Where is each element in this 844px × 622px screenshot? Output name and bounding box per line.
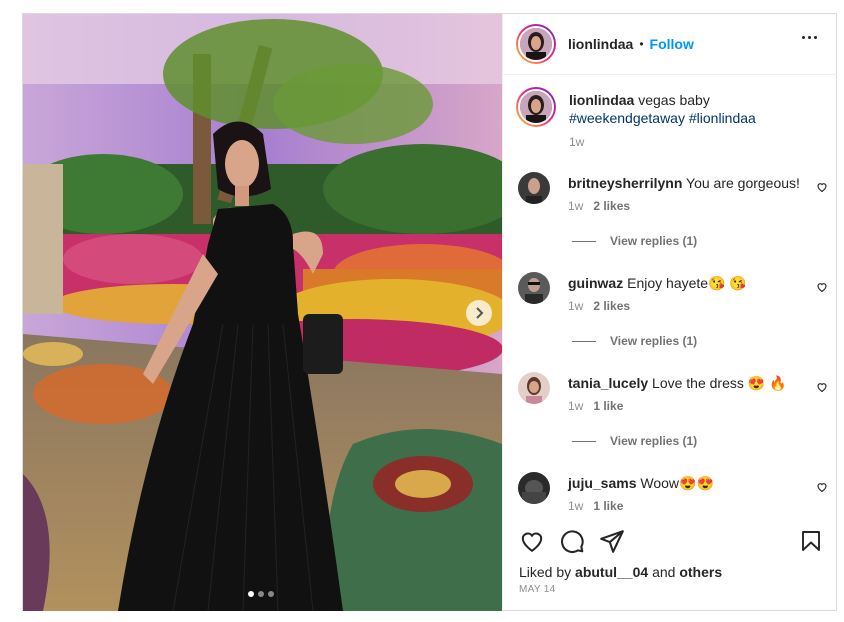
comment-body: You are gorgeous! bbox=[686, 175, 800, 191]
instagram-post: lionlindaa • Follow lionlindaa vegas bab… bbox=[22, 13, 837, 611]
caption-username[interactable]: lionlindaa bbox=[569, 92, 634, 108]
carousel-dot bbox=[268, 591, 274, 597]
chevron-right-icon bbox=[476, 307, 484, 319]
more-options-icon[interactable] bbox=[802, 36, 817, 39]
comment-body: Love the dress 😍 🔥 bbox=[652, 375, 787, 391]
view-replies-button[interactable]: View replies (1) bbox=[572, 234, 697, 248]
view-replies-label: View replies (1) bbox=[610, 434, 698, 448]
avatar-image bbox=[520, 91, 552, 123]
comment-meta: 1w 1 like bbox=[568, 399, 623, 413]
comment-username[interactable]: juju_sams bbox=[568, 475, 636, 491]
commenter-avatar[interactable] bbox=[518, 272, 550, 304]
author-avatar[interactable] bbox=[516, 24, 556, 64]
heart-icon[interactable] bbox=[816, 481, 828, 493]
comment-body: Enjoy hayete😘 😘 bbox=[627, 275, 747, 291]
comment-icon[interactable] bbox=[559, 528, 585, 554]
comment-time: 1w bbox=[568, 299, 584, 313]
carousel-indicator bbox=[248, 591, 274, 597]
avatar-image bbox=[520, 28, 552, 60]
caption-body: vegas baby bbox=[638, 92, 710, 108]
caption bbox=[516, 87, 556, 127]
comment-meta: 1w 2 likes bbox=[568, 299, 630, 313]
comment-username[interactable]: guinwaz bbox=[568, 275, 623, 291]
heart-icon[interactable] bbox=[519, 528, 545, 554]
carousel-dot bbox=[258, 591, 264, 597]
comment-likes[interactable]: 1 like bbox=[593, 499, 623, 513]
caption-time: 1w bbox=[569, 135, 585, 149]
carousel-dot-active bbox=[248, 591, 254, 597]
view-replies-label: View replies (1) bbox=[610, 334, 698, 348]
carousel-next-button[interactable] bbox=[466, 300, 492, 326]
heart-icon[interactable] bbox=[816, 281, 828, 293]
caption-avatar[interactable] bbox=[516, 87, 556, 127]
comment-meta: 1w 2 likes bbox=[568, 199, 630, 213]
author-username[interactable]: lionlindaa bbox=[568, 36, 633, 52]
hashtag-link[interactable]: #weekendgetaway bbox=[569, 110, 685, 126]
liked-prefix: Liked by bbox=[519, 564, 572, 580]
comment-body: Woow😍😍 bbox=[640, 475, 714, 491]
comment-username[interactable]: tania_lucely bbox=[568, 375, 648, 391]
comment-time: 1w bbox=[568, 499, 584, 513]
bookmark-icon[interactable] bbox=[799, 528, 823, 554]
comment-username[interactable]: britneysherrilynn bbox=[568, 175, 682, 191]
heart-icon[interactable] bbox=[816, 381, 828, 393]
comment-text: juju_sams Woow😍😍 bbox=[568, 474, 714, 492]
separator-dot: • bbox=[639, 37, 644, 51]
comment-text: britneysherrilynn You are gorgeous! bbox=[568, 174, 800, 192]
hashtag-link[interactable]: #lionlindaa bbox=[689, 110, 756, 126]
post-photo bbox=[23, 14, 502, 611]
post-header: lionlindaa • Follow bbox=[503, 14, 837, 75]
comment-likes[interactable]: 2 likes bbox=[593, 199, 630, 213]
view-replies-label: View replies (1) bbox=[610, 234, 698, 248]
commenter-avatar[interactable] bbox=[518, 372, 550, 404]
comment-text: tania_lucely Love the dress 😍 🔥 bbox=[568, 374, 787, 392]
comment-time: 1w bbox=[568, 399, 584, 413]
comment-meta: 1w 1 like bbox=[568, 499, 623, 513]
follow-button[interactable]: Follow bbox=[650, 36, 694, 52]
comment-text: guinwaz Enjoy hayete😘 😘 bbox=[568, 274, 747, 292]
commenter-avatar[interactable] bbox=[518, 472, 550, 504]
action-bar bbox=[517, 528, 823, 556]
liked-and: and bbox=[652, 564, 676, 580]
caption-text: lionlindaa vegas baby #weekendgetaway #l… bbox=[569, 91, 819, 151]
view-replies-button[interactable]: View replies (1) bbox=[572, 434, 697, 448]
likes-summary: Liked by abutul__04 and others bbox=[519, 564, 722, 580]
liked-user-link[interactable]: abutul__04 bbox=[575, 564, 648, 580]
heart-icon[interactable] bbox=[816, 181, 828, 193]
commenter-avatar[interactable] bbox=[518, 172, 550, 204]
view-replies-button[interactable]: View replies (1) bbox=[572, 334, 697, 348]
post-side-panel: lionlindaa • Follow lionlindaa vegas bab… bbox=[502, 14, 837, 611]
post-date[interactable]: MAY 14 bbox=[519, 584, 555, 595]
share-icon[interactable] bbox=[599, 528, 625, 554]
liked-others-link[interactable]: others bbox=[679, 564, 722, 580]
comment-likes[interactable]: 1 like bbox=[593, 399, 623, 413]
comment-likes[interactable]: 2 likes bbox=[593, 299, 630, 313]
comment-time: 1w bbox=[568, 199, 584, 213]
post-image[interactable] bbox=[23, 14, 502, 611]
comments-section[interactable]: lionlindaa vegas baby #weekendgetaway #l… bbox=[503, 76, 837, 513]
